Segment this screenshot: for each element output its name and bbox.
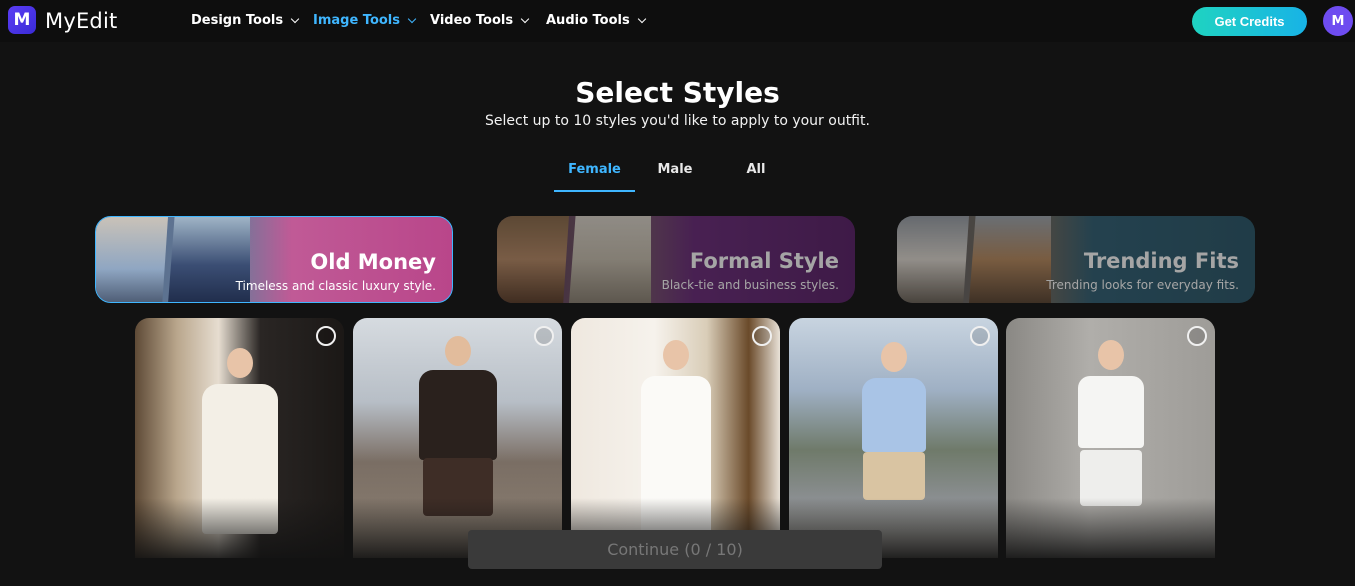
style-card-old-money[interactable]: Old Money Timeless and classic luxury st… bbox=[95, 216, 453, 303]
select-checkbox[interactable] bbox=[534, 326, 554, 346]
top-navbar: M MyEdit Design Tools Image Tools Video … bbox=[0, 0, 1355, 42]
style-card-subtitle: Timeless and classic luxury style. bbox=[235, 279, 436, 293]
thumbnail-shade bbox=[1006, 498, 1215, 558]
outfit-thumbnail[interactable] bbox=[789, 318, 998, 558]
logo-letter: M bbox=[13, 10, 31, 30]
nav-label: Design Tools bbox=[191, 13, 284, 28]
outfit-thumbnail[interactable] bbox=[353, 318, 562, 558]
model-shorts bbox=[862, 452, 925, 500]
model-head bbox=[226, 348, 253, 378]
chevron-down-icon bbox=[290, 14, 300, 23]
nav-label: Image Tools bbox=[313, 13, 401, 28]
nav-label: Audio Tools bbox=[546, 13, 630, 28]
chevron-down-icon bbox=[407, 14, 417, 23]
select-checkbox[interactable] bbox=[1187, 326, 1207, 346]
model-shirt bbox=[861, 378, 926, 452]
myedit-logo[interactable]: M bbox=[8, 6, 36, 34]
nav-design-tools[interactable]: Design Tools bbox=[191, 13, 300, 28]
style-card-photo bbox=[969, 216, 1051, 303]
style-card-title: Formal Style bbox=[689, 249, 839, 273]
tab-male[interactable]: Male bbox=[645, 162, 705, 192]
style-card-subtitle: Trending looks for everyday fits. bbox=[1046, 278, 1239, 292]
style-card-formal-style[interactable]: Formal Style Black-tie and business styl… bbox=[497, 216, 855, 303]
nav-video-tools[interactable]: Video Tools bbox=[430, 13, 530, 28]
nav-label: Video Tools bbox=[430, 13, 514, 28]
model-head bbox=[662, 340, 689, 370]
model-vest bbox=[418, 370, 497, 460]
chevron-down-icon bbox=[637, 14, 646, 23]
style-card-title: Old Money bbox=[310, 250, 436, 274]
style-card-subtitle: Black-tie and business styles. bbox=[661, 278, 839, 292]
model-head bbox=[1097, 340, 1124, 370]
style-card-trending-fits[interactable]: Trending Fits Trending looks for everyda… bbox=[897, 216, 1255, 303]
select-checkbox[interactable] bbox=[316, 326, 336, 346]
model-head bbox=[444, 336, 471, 366]
continue-button[interactable]: Continue (0 / 10) bbox=[468, 530, 882, 569]
style-card-photo bbox=[96, 217, 168, 302]
model-top bbox=[1077, 376, 1144, 448]
style-card-title: Trending Fits bbox=[1083, 249, 1239, 273]
model-head bbox=[880, 342, 907, 372]
style-card-photo bbox=[497, 216, 569, 303]
get-credits-button[interactable]: Get Credits bbox=[1192, 7, 1307, 36]
nav-audio-tools[interactable]: Audio Tools bbox=[546, 13, 646, 28]
outfit-thumbnail[interactable] bbox=[571, 318, 780, 558]
outfit-thumbnail[interactable] bbox=[1006, 318, 1215, 558]
chevron-down-icon bbox=[520, 14, 530, 23]
brand-name[interactable]: MyEdit bbox=[45, 9, 117, 33]
outfit-thumbnail[interactable] bbox=[135, 318, 344, 558]
avatar[interactable]: M bbox=[1323, 6, 1353, 36]
page-subtitle: Select up to 10 styles you'd like to app… bbox=[485, 113, 870, 129]
tab-all[interactable]: All bbox=[726, 162, 786, 192]
thumbnail-shade bbox=[135, 498, 344, 558]
nav-image-tools[interactable]: Image Tools bbox=[313, 13, 417, 28]
tab-female[interactable]: Female bbox=[554, 162, 635, 192]
page-title: Select Styles bbox=[575, 76, 780, 109]
select-checkbox[interactable] bbox=[970, 326, 990, 346]
style-card-photo bbox=[569, 216, 651, 303]
select-checkbox[interactable] bbox=[752, 326, 772, 346]
style-card-photo bbox=[897, 216, 969, 303]
